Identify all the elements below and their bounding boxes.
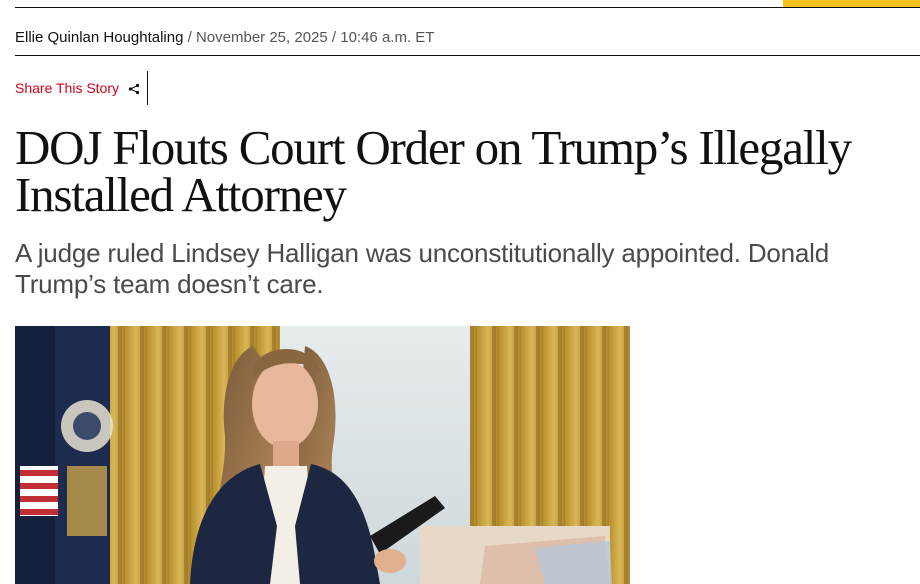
top-accent-bar [783,0,920,7]
byline-separator: / [331,29,337,46]
byline-separator: / [187,29,192,46]
hero-photo[interactable] [15,326,630,584]
article-headline: DOJ Flouts Court Order on Trump’s Illega… [15,123,920,219]
article-page: Ellie Quinlan Houghtaling / November 25,… [0,0,920,584]
share-story-button[interactable]: Share This Story [15,71,140,105]
share-label: Share This Story [15,80,120,96]
top-rule [15,7,920,8]
share-divider [147,71,148,105]
article-dek: A judge ruled Lindsey Halligan was uncon… [15,238,830,299]
publish-date: November 25, 2025 [195,29,328,46]
share-icon [128,82,140,95]
byline-divider [15,55,920,56]
headline-line-2: Installed Attorney [15,167,347,222]
author-link[interactable]: Ellie Quinlan Houghtaling [15,29,183,46]
publish-time: 10:46 a.m. ET [340,29,435,46]
byline: Ellie Quinlan Houghtaling / November 25,… [15,29,434,47]
